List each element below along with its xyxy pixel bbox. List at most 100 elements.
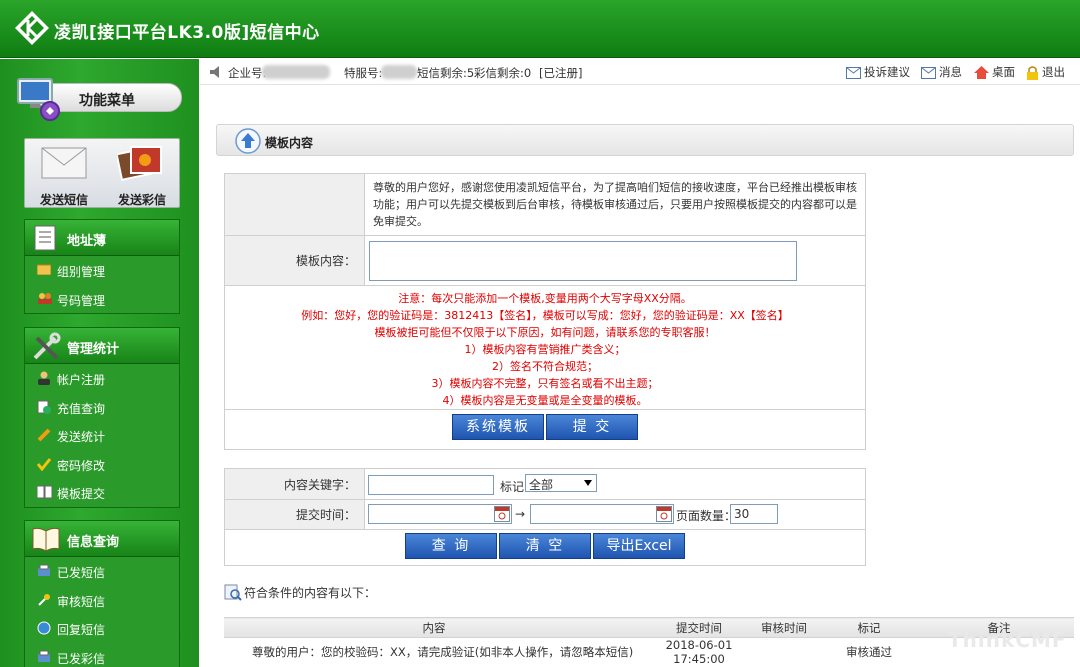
sidebar-item-review-sms[interactable]: 审核短信: [25, 586, 179, 615]
template-actions-cell: [224, 409, 866, 450]
user-icon: [38, 371, 50, 385]
sidebar-item-label: 组别管理: [57, 265, 106, 279]
sidebar-item-password-change[interactable]: 密码修改: [25, 450, 179, 479]
calendar-icon[interactable]: [656, 506, 672, 522]
sidebar-item-label: 模板提交: [57, 487, 106, 501]
desktop-link[interactable]: 桌面: [974, 64, 1015, 80]
start-date-input[interactable]: [368, 504, 512, 524]
home-icon: [974, 66, 989, 79]
info-query-section: 信息查询 已发短信 审核短信 回复短信 已发彩信: [24, 520, 180, 667]
date-range-arrow: →: [515, 507, 526, 521]
sidebar-item-sent-sms[interactable]: 已发短信: [25, 557, 179, 586]
sidebar-item-label: 已发彩信: [57, 651, 106, 666]
row-mark: 审核通过: [846, 645, 892, 659]
messages-label: 消息: [939, 65, 962, 79]
sidebar-item-sent-mms[interactable]: 已发彩信: [25, 643, 179, 667]
template-content-cell: [364, 235, 866, 286]
row-submit-time: 2018-06-01 17:45:00: [665, 638, 733, 666]
row-review-time: [754, 638, 814, 667]
app-title: 凌凯[接口平台LK3.0版]短信中心: [54, 23, 320, 43]
column-header: 标记: [814, 617, 924, 638]
sidebar-item-number-manage[interactable]: 号码管理: [25, 285, 179, 314]
clear-button[interactable]: 清 空: [499, 533, 591, 559]
up-arrow-icon: [235, 128, 261, 154]
table-row[interactable]: 尊敬的用户：您的校验码：XX，请完成验证(如非本人操作，请忽略本短信) 2018…: [224, 638, 1074, 667]
mms-remaining: 彩信剩余:0: [474, 66, 532, 80]
manage-stats-header[interactable]: 管理统计: [25, 328, 179, 364]
sidebar-item-label: 发送统计: [57, 430, 106, 444]
template-content-input[interactable]: [369, 240, 797, 281]
keyword-input[interactable]: [368, 475, 494, 495]
recharge-icon: [37, 400, 51, 414]
sidebar-item-label: 已发短信: [57, 566, 106, 580]
users-icon: [38, 292, 52, 304]
feedback-label: 投诉建议: [864, 65, 910, 79]
rule-line: 2）签名不符合规范；: [492, 360, 598, 373]
main-content: 模板内容 尊敬的用户您好，感谢您使用凌凯短信平台，为了提高咱们短信的接收速度，平…: [200, 86, 1080, 667]
pencil-icon: [37, 428, 51, 442]
sidebar-item-template-submit[interactable]: 模板提交: [25, 478, 179, 507]
submit-template-button[interactable]: 提 交: [546, 414, 638, 440]
menu-title-label: 功能菜单: [79, 93, 135, 109]
check-icon: [37, 457, 51, 471]
results-table: 内容 提交时间 审核时间 标记 备注 尊敬的用户：您的校验码：XX，请完成验证(…: [224, 617, 1074, 666]
system-template-button[interactable]: 系统模板: [452, 414, 544, 440]
mark-label: 标记:: [500, 480, 529, 494]
end-date-input[interactable]: [530, 504, 674, 524]
template-form: 尊敬的用户您好，感谢您使用凌凯短信平台，为了提高咱们短信的接收速度，平台已经推出…: [224, 173, 866, 450]
sidebar-item-label: 帐户注册: [57, 373, 106, 387]
book-icon: [37, 485, 53, 499]
service-id-redacted: [381, 65, 417, 79]
sms-remaining: 短信剩余:5: [417, 66, 475, 80]
column-header: 内容: [224, 617, 644, 638]
registered-status: [已注册]: [539, 66, 583, 80]
mark-select[interactable]: 全部: [525, 474, 597, 492]
export-excel-button[interactable]: 导出Excel: [593, 533, 685, 559]
send-sms-button[interactable]: 发送短信: [25, 139, 103, 209]
keyword-label: 内容关键字：: [224, 468, 365, 500]
address-book-header[interactable]: 地址薄: [25, 220, 179, 256]
print-icon: [38, 564, 50, 576]
column-header: 审核时间: [754, 617, 814, 638]
logout-link[interactable]: 退出: [1026, 64, 1065, 80]
sidebar-item-group-manage[interactable]: 组别管理: [25, 256, 179, 285]
address-book-icon: [34, 225, 56, 251]
logo-icon: [15, 11, 49, 45]
sidebar-item-recharge-query[interactable]: 充值查询: [25, 393, 179, 422]
sidebar-item-send-stats[interactable]: 发送统计: [25, 421, 179, 450]
send-sms-label: 发送短信: [39, 193, 88, 207]
sidebar-item-label: 号码管理: [57, 293, 106, 308]
page-size-input[interactable]: 30: [730, 504, 778, 524]
sidebar-item-label: 充值查询: [57, 401, 106, 416]
column-header: 提交时间: [644, 617, 754, 638]
mail-icon: [921, 66, 936, 79]
lock-icon: [1027, 65, 1038, 80]
calendar-icon[interactable]: [494, 506, 510, 522]
notice-text: 尊敬的用户您好，感谢您使用凌凯短信平台，为了提高咱们短信的接收速度，平台已经推出…: [364, 173, 866, 236]
manage-stats-title: 管理统计: [67, 342, 120, 357]
send-mms-button[interactable]: 发送彩信: [103, 139, 181, 209]
row-content: 尊敬的用户：您的校验码：XX，请完成验证(如非本人操作，请忽略本短信): [252, 645, 634, 659]
mark-select-value: 全部: [529, 478, 554, 492]
service-label: 特服号:: [344, 66, 383, 80]
tools-icon: [33, 332, 61, 360]
rule-line: 例如：您好，您的验证码是：3812413【签名】，模板可以写成：您好，您的验证码…: [301, 309, 789, 322]
feedback-link[interactable]: 投诉建议: [846, 64, 910, 80]
manage-stats-section: 管理统计 帐户注册 充值查询 发送统计 密码修改 模板提交: [24, 327, 180, 508]
rule-line: 3）模板内容不完整，只有签名或看不出主题；: [431, 377, 659, 390]
sidebar-item-reply-sms[interactable]: 回复短信: [25, 614, 179, 643]
query-button[interactable]: 查 询: [405, 533, 497, 559]
rule-line: 模板被拒可能但不仅限于以下原因，如有问题，请联系您的专职客服！: [374, 326, 716, 339]
top-status-bar: 企业号: 特服号: 短信剩余:5 彩信剩余:0 [已注册] 投诉建议 消息 桌面…: [200, 59, 1080, 85]
messages-link[interactable]: 消息: [921, 64, 962, 80]
book-open-icon: [32, 527, 60, 552]
print-icon: [38, 650, 50, 662]
rule-line: 注意：每次只能添加一个模板,变量用两个大写字母XX分隔。: [398, 292, 692, 305]
info-query-header[interactable]: 信息查询: [25, 521, 179, 557]
enterprise-label: 企业号:: [228, 66, 267, 80]
menu-title: 功能菜单: [16, 77, 184, 121]
sidebar-item-account-register[interactable]: 帐户注册: [25, 364, 179, 393]
chevron-down-icon: [584, 480, 592, 486]
sidebar-item-label: 密码修改: [57, 458, 106, 473]
rule-line: 1）模板内容有营销推广类含义；: [464, 343, 626, 356]
